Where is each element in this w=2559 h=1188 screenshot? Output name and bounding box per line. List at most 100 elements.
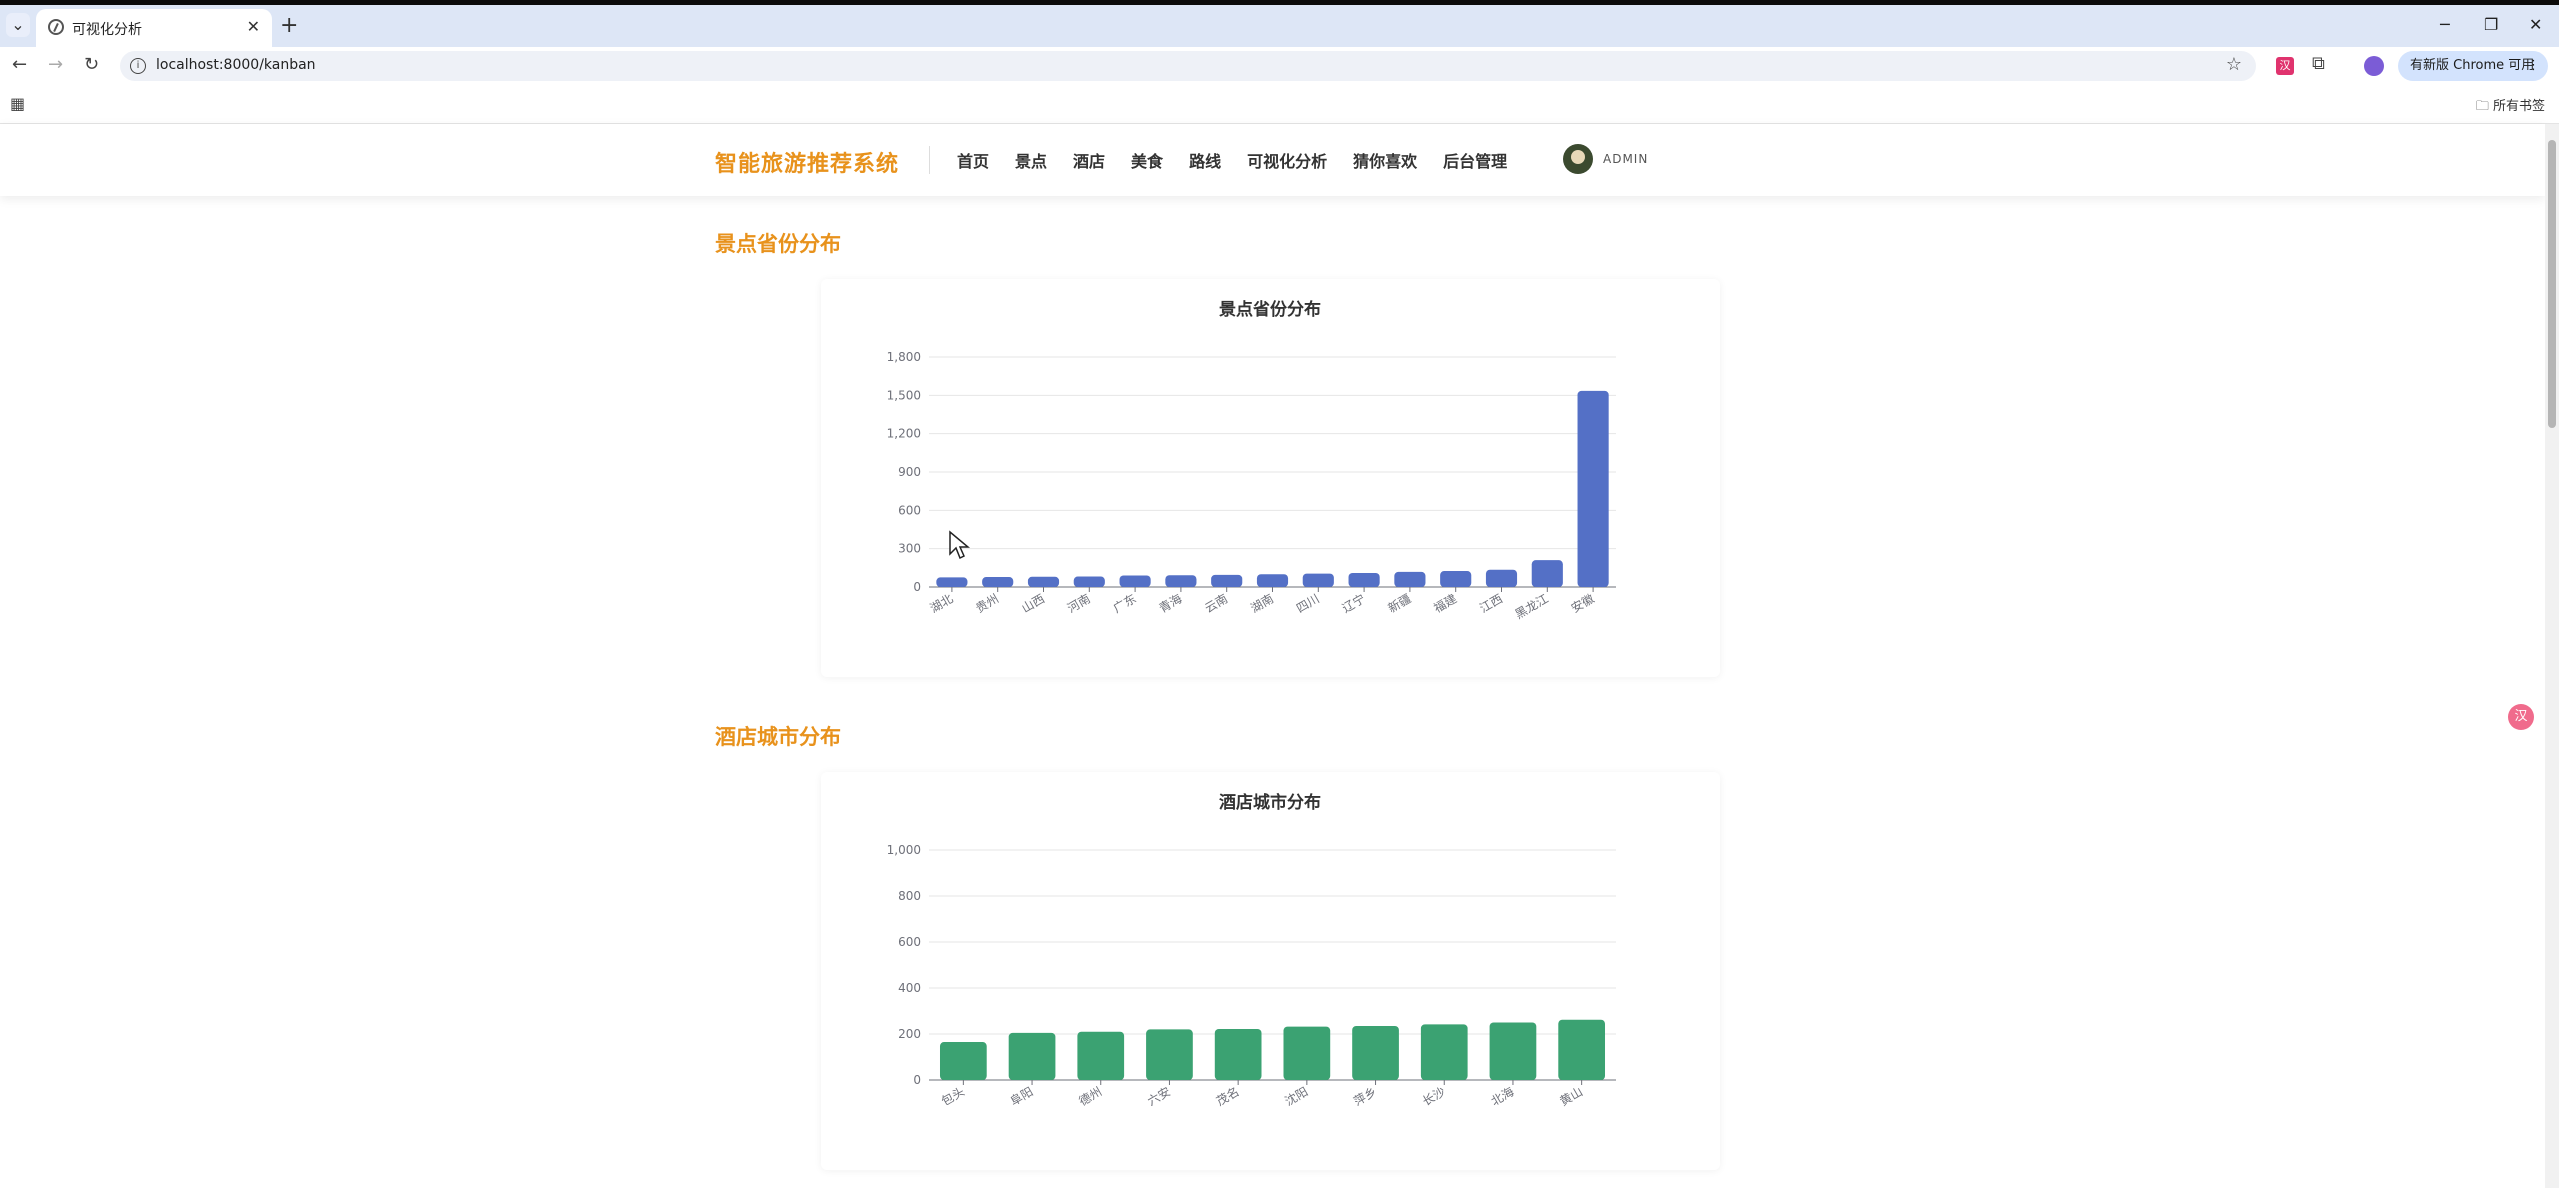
mouse-cursor-icon bbox=[949, 530, 970, 560]
bar bbox=[1558, 1019, 1606, 1080]
nav-attractions[interactable]: 景点 bbox=[1015, 148, 1047, 172]
url-text[interactable]: localhost:8000/kanban bbox=[156, 57, 316, 73]
tab-bar: ⌄ 可视化分析 ✕ + ─ ❐ ✕ bbox=[0, 5, 2559, 47]
x-tick-label: 广东 bbox=[1111, 591, 1139, 615]
bar bbox=[1283, 1026, 1331, 1080]
x-tick-label: 河南 bbox=[1065, 591, 1093, 616]
bar bbox=[1073, 576, 1105, 587]
x-tick-label: 湖南 bbox=[1248, 591, 1276, 616]
x-tick-label: 江西 bbox=[1477, 591, 1505, 615]
tab-title: 可视化分析 bbox=[72, 22, 142, 38]
x-tick-label: 黄山 bbox=[1557, 1084, 1585, 1108]
tab-close-icon[interactable]: ✕ bbox=[247, 17, 260, 36]
bar bbox=[1211, 574, 1243, 587]
bar bbox=[1348, 572, 1380, 587]
back-icon[interactable]: ← bbox=[12, 55, 27, 75]
nav-recommend[interactable]: 猜你喜欢 bbox=[1353, 148, 1417, 172]
nav-routes[interactable]: 路线 bbox=[1189, 148, 1221, 172]
x-tick-label: 德州 bbox=[1076, 1084, 1104, 1109]
x-tick-label: 山西 bbox=[1019, 591, 1047, 615]
translate-extension-icon[interactable]: 汉 bbox=[2276, 57, 2294, 75]
reload-icon[interactable]: ↻ bbox=[84, 55, 99, 75]
all-bookmarks-button[interactable]: 🗀 所有书签 bbox=[2476, 95, 2545, 119]
y-tick-label: 600 bbox=[898, 935, 921, 949]
bar bbox=[936, 577, 968, 587]
page-scrollbar[interactable] bbox=[2545, 124, 2559, 1188]
user-name[interactable]: ADMIN bbox=[1603, 152, 1648, 166]
all-bookmarks-label: 所有书签 bbox=[2492, 99, 2545, 114]
x-tick-label: 包头 bbox=[939, 1084, 967, 1108]
nav-hotels[interactable]: 酒店 bbox=[1073, 148, 1105, 172]
y-tick-label: 600 bbox=[898, 503, 921, 517]
x-tick-label: 北海 bbox=[1488, 1084, 1516, 1109]
bar bbox=[1214, 1028, 1262, 1080]
bar bbox=[1027, 576, 1060, 587]
main-nav: 首页 景点 酒店 美食 路线 可视化分析 猜你喜欢 后台管理 bbox=[957, 148, 1507, 172]
bar bbox=[1420, 1024, 1468, 1080]
y-tick-label: 800 bbox=[898, 889, 921, 903]
y-tick-label: 1,500 bbox=[887, 388, 921, 402]
bar bbox=[1394, 571, 1426, 587]
close-window-icon[interactable]: ✕ bbox=[2529, 15, 2542, 34]
site-header: 智能旅游推荐系统 首页 景点 酒店 美食 路线 可视化分析 猜你喜欢 后台管理 … bbox=[0, 124, 2545, 196]
address-bar[interactable]: i localhost:8000/kanban ☆ bbox=[120, 51, 2256, 81]
bar bbox=[1302, 573, 1334, 587]
x-tick-label: 阜阳 bbox=[1008, 1084, 1036, 1108]
x-tick-label: 新疆 bbox=[1385, 591, 1413, 616]
x-tick-label: 湖北 bbox=[927, 591, 955, 616]
scrollbar-thumb[interactable] bbox=[2548, 140, 2556, 428]
active-tab[interactable]: 可视化分析 ✕ bbox=[36, 9, 272, 47]
extensions-icon[interactable]: ⧉ bbox=[2312, 53, 2325, 74]
y-tick-label: 900 bbox=[898, 465, 921, 479]
bookmark-star-icon[interactable]: ☆ bbox=[2226, 54, 2242, 75]
restore-icon[interactable]: ❐ bbox=[2484, 15, 2498, 34]
nav-food[interactable]: 美食 bbox=[1131, 148, 1163, 172]
globe-icon bbox=[48, 19, 64, 35]
update-chip-label: 有新版 Chrome 可用 bbox=[2410, 58, 2535, 73]
section-title-attractions: 景点省份分布 bbox=[715, 232, 841, 256]
nav-home[interactable]: 首页 bbox=[957, 148, 989, 172]
x-tick-label: 沈阳 bbox=[1282, 1084, 1310, 1109]
apps-grid-icon[interactable]: ▦ bbox=[10, 94, 25, 113]
new-tab-button[interactable]: + bbox=[280, 15, 298, 37]
y-tick-label: 400 bbox=[898, 981, 921, 995]
x-tick-label: 四川 bbox=[1294, 591, 1322, 615]
more-menu-icon[interactable]: ⋮ bbox=[2527, 51, 2540, 81]
avatar[interactable] bbox=[1563, 144, 1593, 174]
chart-title: 酒店城市分布 bbox=[1219, 792, 1321, 813]
nav-admin[interactable]: 后台管理 bbox=[1443, 148, 1507, 172]
translate-widget-icon[interactable]: 汉 bbox=[2508, 704, 2534, 730]
chart-card-hotels: 酒店城市分布 0 200 400 600 800 1,000 包头 阜阳 德州 六安 茂名 沈阳 萍乡 长沙… bbox=[821, 772, 1720, 1170]
x-tick-label: 贵州 bbox=[973, 591, 1001, 615]
y-tick-label: 0 bbox=[913, 580, 921, 594]
x-tick-label: 黑龙江 bbox=[1513, 591, 1551, 621]
x-tick-label: 长沙 bbox=[1420, 1084, 1448, 1108]
forward-icon[interactable]: → bbox=[48, 55, 63, 75]
x-tick-label: 六安 bbox=[1145, 1084, 1173, 1109]
y-tick-label: 300 bbox=[898, 542, 921, 556]
y-tick-label: 1,800 bbox=[887, 350, 921, 364]
x-tick-label: 云南 bbox=[1202, 591, 1230, 616]
browser-toolbar: ← → ↻ i localhost:8000/kanban ☆ 汉 ⧉ 有新版 … bbox=[0, 47, 2559, 85]
bar bbox=[1489, 1022, 1537, 1080]
bar bbox=[939, 1042, 987, 1080]
bar bbox=[1146, 1029, 1193, 1080]
chart-card-attractions: 景点省份分布 0 300 600 900 1,200 1,500 1,800 湖北 贵州 山西 河南广… bbox=[821, 279, 1720, 677]
tab-search-button[interactable]: ⌄ bbox=[6, 13, 30, 37]
profile-avatar-icon[interactable] bbox=[2364, 56, 2384, 76]
chrome-update-button[interactable]: 有新版 Chrome 可用 ⋮ bbox=[2398, 51, 2548, 81]
attractions-province-chart: 景点省份分布 0 300 600 900 1,200 1,500 1,800 湖北 贵州 山西 河南广… bbox=[887, 299, 1616, 622]
bar bbox=[1256, 574, 1289, 587]
nav-analytics[interactable]: 可视化分析 bbox=[1247, 148, 1327, 172]
x-tick-label: 青海 bbox=[1156, 591, 1184, 616]
bar bbox=[1165, 575, 1197, 587]
x-tick-label: 安徽 bbox=[1568, 591, 1596, 616]
site-info-icon[interactable]: i bbox=[130, 58, 146, 74]
folder-icon: 🗀 bbox=[2475, 99, 2489, 114]
y-tick-label: 0 bbox=[913, 1073, 921, 1087]
x-tick-label: 辽宁 bbox=[1339, 591, 1367, 616]
chart-title: 景点省份分布 bbox=[1219, 299, 1321, 320]
section-title-hotels: 酒店城市分布 bbox=[715, 725, 841, 749]
site-brand[interactable]: 智能旅游推荐系统 bbox=[715, 146, 899, 178]
minimize-icon[interactable]: ─ bbox=[2440, 15, 2450, 34]
